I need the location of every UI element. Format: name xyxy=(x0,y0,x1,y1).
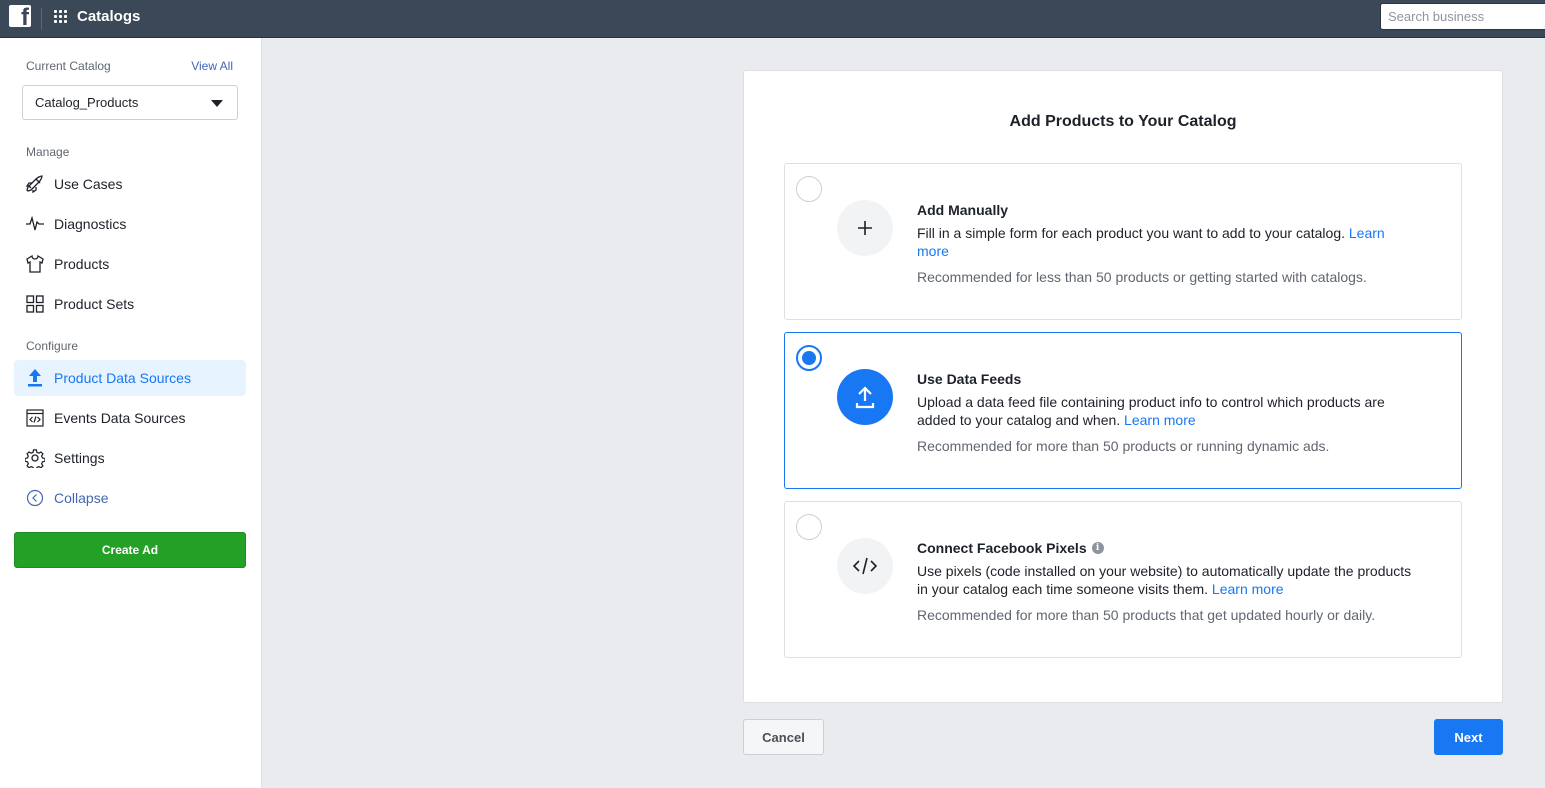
radio-use-data-feeds[interactable] xyxy=(796,345,822,371)
option-title: Connect Facebook Pixels i xyxy=(917,540,1417,556)
nav-item-product-sets[interactable]: Product Sets xyxy=(14,286,246,322)
topbar-divider xyxy=(41,8,42,30)
nav-item-diagnostics[interactable]: Diagnostics xyxy=(14,206,246,242)
upload-icon xyxy=(837,369,893,425)
nav-item-label: Product Sets xyxy=(54,296,135,312)
info-icon[interactable]: i xyxy=(1091,542,1104,554)
manage-section-label: Manage xyxy=(26,145,70,159)
learn-more-link[interactable]: Learn more xyxy=(1212,581,1284,597)
create-ad-button[interactable]: Create Ad xyxy=(14,532,246,568)
app-title[interactable]: Catalogs xyxy=(77,8,140,25)
add-products-card: Add Products to Your Catalog Add Manuall… xyxy=(743,70,1503,703)
option-use-data-feeds[interactable]: Use Data Feeds Upload a data feed file c… xyxy=(784,332,1462,489)
nav-item-label: Diagnostics xyxy=(54,216,127,232)
sidebar: Current Catalog View All Catalog_Product… xyxy=(0,38,262,788)
top-bar: f Catalogs xyxy=(0,0,1545,38)
nav-item-settings[interactable]: Settings xyxy=(14,440,246,476)
next-button[interactable]: Next xyxy=(1434,719,1503,755)
option-add-manually[interactable]: Add Manually Fill in a simple form for e… xyxy=(784,163,1462,320)
nav-item-label: Use Cases xyxy=(54,176,123,192)
radio-add-manually[interactable] xyxy=(796,176,822,202)
chevron-left-circle-icon xyxy=(24,487,46,509)
shirt-icon xyxy=(24,253,46,275)
nav-item-label: Events Data Sources xyxy=(54,410,186,426)
apps-grid-icon[interactable] xyxy=(54,10,67,23)
upload-icon xyxy=(24,367,46,389)
current-catalog-label: Current Catalog xyxy=(26,59,111,73)
page-title: Add Products to Your Catalog xyxy=(1009,113,1237,130)
option-recommendation: Recommended for more than 50 products th… xyxy=(917,607,1376,623)
option-description: Use pixels (code installed on your websi… xyxy=(917,563,1412,597)
nav-item-label: Products xyxy=(54,256,110,272)
nav-item-label: Settings xyxy=(54,450,105,466)
nav-item-product-data-sources[interactable]: Product Data Sources xyxy=(14,360,246,396)
option-connect-facebook-pixels[interactable]: Connect Facebook Pixels i Use pixels (co… xyxy=(784,501,1462,658)
rocket-icon xyxy=(24,173,46,195)
nav-item-label: Product Data Sources xyxy=(54,370,191,386)
option-description: Fill in a simple form for each product y… xyxy=(917,225,1385,259)
caret-down-icon xyxy=(211,100,223,107)
learn-more-link[interactable]: Learn more xyxy=(1124,412,1196,428)
option-recommendation: Recommended for more than 50 products or… xyxy=(917,438,1330,454)
collapse-sidebar-button[interactable]: Collapse xyxy=(14,480,246,516)
catalog-selected-value: Catalog_Products xyxy=(35,95,139,110)
code-icon xyxy=(837,538,893,594)
grid-icon xyxy=(24,293,46,315)
plus-icon xyxy=(837,200,893,256)
gear-icon xyxy=(24,447,46,469)
nav-item-use-cases[interactable]: Use Cases xyxy=(14,166,246,202)
option-title: Add Manually xyxy=(917,202,1009,218)
configure-section-label: Configure xyxy=(26,339,79,353)
facebook-logo-icon[interactable]: f xyxy=(9,5,31,27)
view-all-link[interactable]: View All xyxy=(191,59,233,73)
option-title: Use Data Feeds xyxy=(917,371,1022,387)
collapse-label: Collapse xyxy=(54,490,109,506)
nav-item-products[interactable]: Products xyxy=(14,246,246,282)
code-window-icon xyxy=(24,407,46,429)
nav-item-events-data-sources[interactable]: Events Data Sources xyxy=(14,400,246,436)
pulse-icon xyxy=(24,213,46,235)
option-description: Upload a data feed file containing produ… xyxy=(917,394,1385,428)
radio-connect-facebook-pixels[interactable] xyxy=(796,514,822,540)
option-recommendation: Recommended for less than 50 products or… xyxy=(917,269,1367,285)
search-business-input[interactable] xyxy=(1380,3,1545,30)
catalog-dropdown[interactable]: Catalog_Products xyxy=(22,85,238,120)
cancel-button[interactable]: Cancel xyxy=(743,719,824,755)
